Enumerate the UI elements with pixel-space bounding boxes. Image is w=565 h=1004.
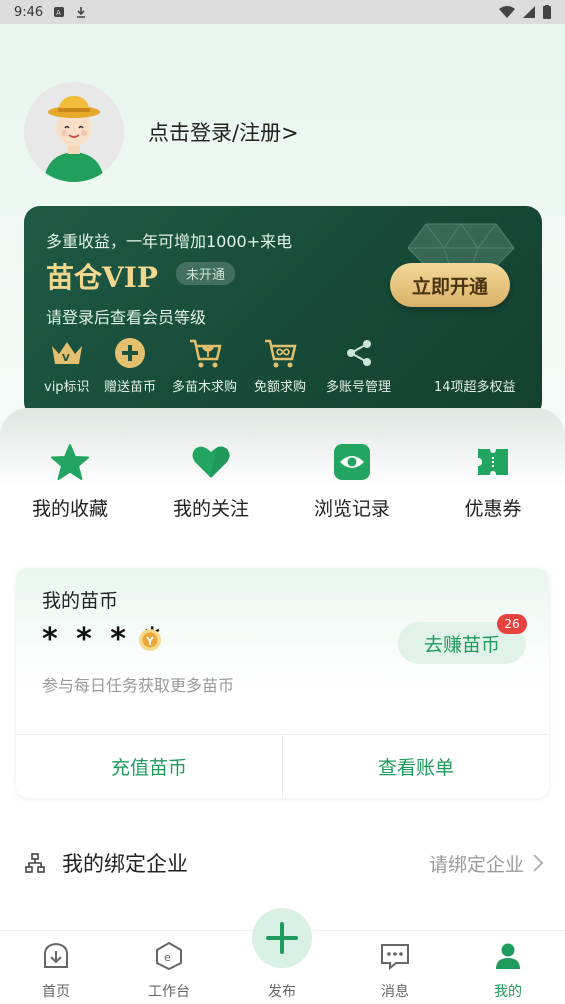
- avatar[interactable]: [24, 82, 124, 182]
- heart-icon: [192, 446, 230, 478]
- org-chart-icon: [25, 853, 45, 873]
- vip-tagline: 多重收益，一年可增加1000+来电: [46, 232, 293, 251]
- tab-messages[interactable]: 消息: [355, 939, 435, 1001]
- cart-infinity-icon: [265, 339, 297, 368]
- quick-link-favorites[interactable]: 我的收藏: [15, 440, 125, 521]
- workbench-icon: e: [156, 941, 182, 971]
- tab-label: 工作台: [148, 984, 190, 1000]
- eye-icon: [334, 444, 370, 480]
- vip-title: 苗仓VIP: [46, 261, 158, 294]
- status-bar: 9:46 A: [0, 0, 565, 24]
- quick-link-follows[interactable]: 我的关注: [156, 440, 266, 521]
- benefit-label: 多苗木求购: [172, 380, 238, 395]
- benefit-label: 多账号管理: [326, 380, 392, 395]
- coin-hint: 参与每日任务获取更多苗币: [42, 676, 235, 695]
- svg-text:A: A: [56, 9, 61, 17]
- quick-link-label: 优惠券: [464, 498, 522, 520]
- home-icon: [44, 942, 68, 968]
- status-time: 9:46: [14, 4, 44, 20]
- benefit-label: 免额求购: [254, 380, 307, 395]
- bound-company-label: 我的绑定企业: [62, 852, 188, 876]
- farmer-avatar-icon: [24, 82, 124, 182]
- benefit-vip-badge[interactable]: V vip标识: [44, 336, 90, 395]
- quick-link-history[interactable]: 浏览记录: [297, 440, 407, 521]
- quick-link-label: 我的收藏: [31, 498, 108, 520]
- vip-card[interactable]: 多重收益，一年可增加1000+来电 苗仓VIP 未开通 请登录后查看会员等级 立…: [24, 206, 542, 418]
- notification-icon: A: [54, 7, 65, 17]
- chevron-right-icon: [533, 854, 544, 872]
- vip-level-hint: 请登录后查看会员等级: [46, 308, 207, 327]
- profile-section[interactable]: 点击登录/注册>: [24, 82, 299, 182]
- more-benefits-link[interactable]: 14项超多权益: [434, 376, 516, 395]
- cart-plant-icon: [189, 339, 222, 368]
- star-icon: [51, 444, 89, 480]
- tab-label: 发布: [268, 984, 296, 1000]
- bind-company-link[interactable]: 请绑定企业: [429, 850, 524, 877]
- benefit-multi-account[interactable]: 多账号管理: [326, 336, 391, 395]
- quick-link-label: 浏览记录: [313, 498, 390, 520]
- benefit-multi-purchase[interactable]: 多苗木求购: [172, 336, 237, 395]
- benefit-gift-coins[interactable]: 赠送苗币: [104, 336, 156, 395]
- open-vip-button[interactable]: 立即开通: [390, 263, 510, 307]
- tab-label: 消息: [381, 984, 409, 1000]
- quick-link-coupons[interactable]: 优惠券: [438, 440, 548, 521]
- battery-icon: [543, 5, 551, 19]
- eye-toggle-coin-icon[interactable]: [138, 628, 162, 652]
- task-count-badge: 26: [497, 614, 527, 634]
- coin-card-title: 我的苗币: [42, 590, 119, 612]
- tab-home[interactable]: 首页: [16, 939, 96, 1001]
- plus-coin-icon: [115, 338, 145, 368]
- download-icon: [77, 7, 86, 18]
- tab-label: 首页: [42, 984, 70, 1000]
- recharge-coins-button[interactable]: 充值苗币: [16, 734, 282, 798]
- tab-mine[interactable]: 我的: [468, 939, 548, 1001]
- benefit-label: 赠送苗币: [104, 380, 157, 395]
- signal-icon: [523, 6, 535, 18]
- svg-text:V: V: [62, 353, 70, 364]
- publish-button[interactable]: [252, 908, 312, 968]
- message-icon: [381, 944, 409, 971]
- share-icon: [346, 340, 371, 366]
- login-register-link[interactable]: 点击登录/注册>: [148, 117, 299, 147]
- view-bill-button[interactable]: 查看账单: [283, 734, 549, 798]
- plus-icon: [266, 922, 298, 954]
- benefit-free-purchase[interactable]: 免额求购: [254, 336, 306, 395]
- bound-company-row[interactable]: 我的绑定企业 请绑定企业: [24, 838, 544, 888]
- vip-status-badge: 未开通: [176, 262, 236, 285]
- wifi-icon: [499, 6, 515, 18]
- quick-link-label: 我的关注: [172, 498, 249, 520]
- ticket-icon: [478, 449, 508, 475]
- coin-card: 我的苗币 * * * * 参与每日任务获取更多苗币 去赚苗币 26 充值苗币 查…: [16, 568, 549, 798]
- crown-icon: V: [51, 342, 82, 364]
- tab-workbench[interactable]: e 工作台: [129, 939, 209, 1001]
- benefit-label: vip标识: [44, 380, 90, 395]
- tab-label: 我的: [494, 984, 522, 1000]
- svg-text:e: e: [164, 951, 171, 964]
- user-icon: [496, 943, 520, 969]
